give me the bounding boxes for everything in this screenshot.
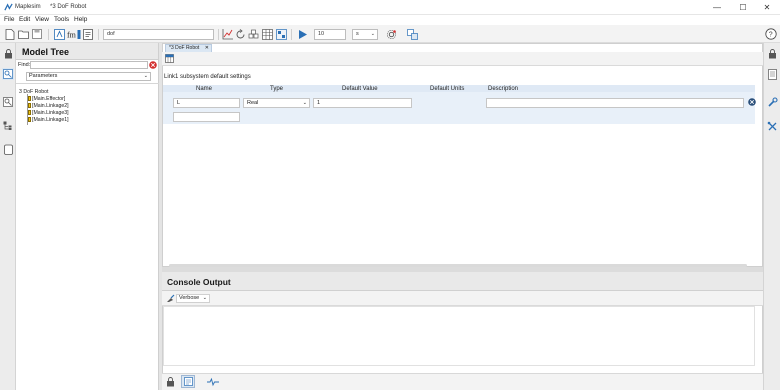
data-table-icon[interactable] — [261, 28, 273, 40]
search-icon[interactable] — [2, 96, 14, 108]
save-icon[interactable] — [31, 28, 43, 40]
editor-toolbar — [162, 52, 763, 66]
verbosity-value: Verbose — [179, 295, 200, 301]
app-title: Maplesim — [15, 4, 41, 10]
model-tree-icon[interactable] — [2, 68, 14, 80]
run-simulation-icon[interactable] — [296, 28, 308, 40]
clipboard-icon[interactable] — [2, 143, 14, 155]
chevron-down-icon: ⌄ — [202, 295, 207, 301]
menu-file[interactable]: File — [4, 16, 14, 23]
svg-text:fm: fm — [67, 30, 77, 39]
parameter-editor — [162, 43, 763, 267]
menu-help[interactable]: Help — [74, 16, 87, 23]
console-view-icon[interactable] — [181, 375, 195, 388]
default-units-cell[interactable] — [414, 98, 484, 108]
parameter-type-select[interactable]: Real ⌄ — [243, 98, 310, 108]
filter-select-value: Parameters — [29, 73, 58, 79]
verbosity-select[interactable]: Verbose ⌄ — [176, 294, 210, 303]
toolbar-search-input[interactable]: dof — [103, 29, 214, 40]
divider — [16, 83, 159, 84]
tab-label: *3 DoF Robot — [169, 45, 200, 51]
toolbar-separator — [218, 29, 219, 40]
document-title: *3 DoF Robot — [50, 4, 87, 10]
maplesim-logo-icon — [4, 3, 13, 11]
toolbar-separator — [48, 29, 49, 40]
new-parameter-name-cell[interactable] — [173, 112, 240, 122]
maximize-button[interactable]: ☐ — [730, 0, 756, 15]
title-bar: Maplesim *3 DoF Robot — ☐ ✕ — [0, 0, 780, 15]
layout-icon[interactable] — [275, 28, 287, 40]
menu-bar: File Edit View Tools Help — [0, 15, 780, 25]
open-folder-icon[interactable] — [17, 28, 29, 40]
delete-row-icon[interactable] — [748, 98, 756, 106]
lock-icon[interactable] — [2, 48, 14, 60]
document-icon[interactable] — [82, 28, 94, 40]
subsystem-icon — [28, 117, 31, 122]
filter-select[interactable]: Parameters ⌄ — [26, 72, 151, 81]
section-title: Link1 subsystem default settings — [164, 74, 251, 80]
parameter-grid-row — [163, 92, 755, 124]
simulation-time-input[interactable]: 10 — [314, 29, 346, 40]
rotate-icon[interactable] — [234, 28, 246, 40]
tree-item-linkage3[interactable]: [Main.Linkage3] — [32, 110, 69, 116]
menu-view[interactable]: View — [35, 16, 49, 23]
model-tree-title: Model Tree — [16, 43, 158, 60]
console-output-area[interactable] — [163, 306, 755, 366]
close-window-button[interactable]: ✕ — [754, 0, 780, 15]
description-cell[interactable] — [486, 98, 744, 108]
chevron-down-icon: ⌄ — [370, 31, 375, 37]
toolbar-separator — [291, 29, 292, 40]
lock-icon[interactable] — [166, 377, 175, 387]
tree-root-item[interactable]: 3 DoF Robot — [19, 89, 48, 95]
hierarchy-icon[interactable] — [2, 120, 14, 132]
clear-console-icon[interactable] — [166, 294, 175, 303]
subsystem-icon — [28, 103, 31, 108]
tools-icon[interactable] — [766, 120, 778, 132]
tab-document[interactable]: *3 DoF Robot ✕ — [165, 44, 212, 52]
export-icon[interactable] — [406, 28, 418, 40]
parameter-name-cell[interactable]: L — [173, 98, 240, 108]
toolbar-separator — [98, 29, 99, 40]
subsystem-icon — [28, 96, 31, 101]
clear-search-icon[interactable] — [149, 61, 157, 69]
tree-item-linkage2[interactable]: [Main.Linkage2] — [32, 103, 69, 109]
find-input[interactable] — [30, 61, 148, 69]
tree-item-effector[interactable]: [Main.Effector] — [32, 96, 65, 102]
settings-gear-icon[interactable] — [385, 28, 397, 40]
find-label: Find: — [18, 62, 31, 68]
console-footer — [162, 373, 763, 390]
chevron-down-icon: ⌄ — [143, 73, 148, 79]
wrench-icon[interactable] — [766, 96, 778, 108]
signal-view-icon[interactable] — [207, 377, 219, 387]
tree-item-linkage1[interactable]: [Main.Linkage1] — [32, 117, 69, 123]
properties-icon[interactable] — [766, 68, 778, 80]
close-tab-icon[interactable]: ✕ — [205, 45, 209, 52]
math-icon[interactable]: fm — [67, 28, 81, 40]
time-units-value: s — [356, 31, 359, 37]
add-parameter-icon[interactable] — [165, 54, 174, 63]
multibody-icon[interactable] — [247, 28, 259, 40]
subsystem-icon — [28, 110, 31, 115]
new-file-icon[interactable] — [4, 28, 16, 40]
time-units-select[interactable]: s ⌄ — [352, 29, 378, 40]
text-annotation-icon[interactable] — [53, 28, 65, 40]
default-value-cell[interactable]: 1 — [313, 98, 412, 108]
parameter-type-value: Real — [247, 100, 259, 106]
svg-text:?: ? — [769, 32, 773, 39]
plot-icon[interactable] — [221, 28, 233, 40]
lock-icon[interactable] — [766, 48, 778, 60]
help-icon[interactable]: ? — [765, 28, 777, 40]
console-title: Console Output — [162, 272, 763, 291]
console-toolbar — [162, 291, 763, 306]
chevron-down-icon: ⌄ — [302, 100, 307, 106]
menu-tools[interactable]: Tools — [54, 16, 69, 23]
minimize-button[interactable]: — — [704, 0, 730, 15]
menu-edit[interactable]: Edit — [19, 16, 30, 23]
